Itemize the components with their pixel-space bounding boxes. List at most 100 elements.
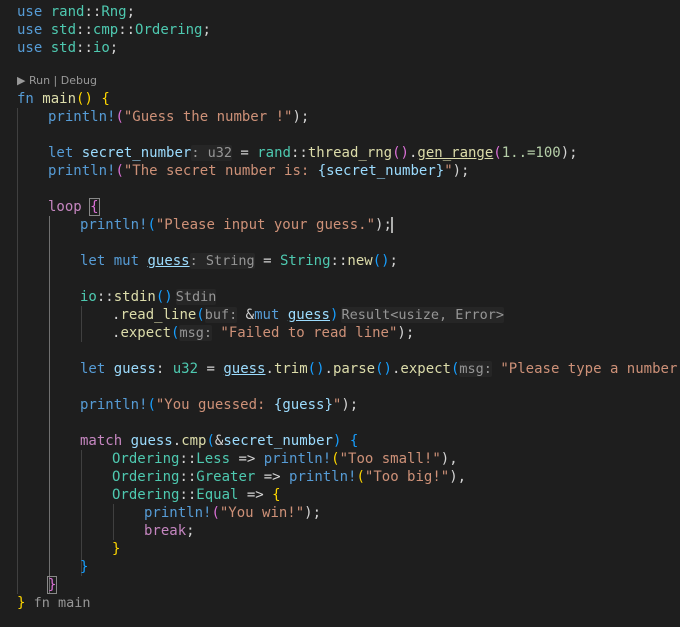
variable: guess	[147, 253, 190, 269]
code-line-use-io[interactable]: use std::io;	[0, 39, 118, 57]
param-hint: msg:	[179, 325, 212, 341]
variable: guess	[287, 307, 330, 323]
open-paren: (	[147, 397, 156, 413]
type-name: Ordering	[112, 469, 180, 485]
code-line-expect[interactable]: .expect(msg: "Failed to read line");	[0, 324, 414, 342]
code-line-println-guessed[interactable]: println!("You guessed: {guess}");	[0, 396, 358, 414]
string-literal: "Too big!"	[364, 469, 450, 485]
semicolon: ;	[389, 253, 398, 269]
run-link[interactable]: ▶ Run	[17, 74, 50, 87]
code-line-println-guess[interactable]: println!("Guess the number !");	[0, 108, 309, 126]
function-call: gen_range	[417, 145, 494, 161]
function-call: parse	[332, 361, 376, 377]
param-hint: msg:	[459, 361, 492, 377]
open-paren: (	[356, 469, 365, 485]
open-paren: (	[211, 505, 220, 521]
code-line-let-guess[interactable]: let mut guess: String = String::new();	[0, 252, 398, 270]
close-brace: }	[112, 541, 121, 557]
keyword: let	[80, 361, 106, 377]
namespace: rand	[257, 145, 291, 161]
string-literal: "Failed to read line"	[220, 325, 398, 341]
parens: ()	[392, 145, 409, 161]
code-line-println-input[interactable]: println!("Please input your guess.");	[0, 216, 393, 234]
open-brace: {	[272, 487, 281, 503]
debug-link[interactable]: Debug	[61, 74, 97, 87]
macro: println!	[48, 109, 116, 125]
semicolon: ;	[109, 40, 119, 56]
code-line-parse-guess[interactable]: let guess: u32 = guess.trim().parse().ex…	[0, 360, 680, 378]
parens: ()	[155, 289, 173, 305]
close-paren: );	[375, 217, 392, 233]
code-line-break[interactable]: break;	[0, 522, 195, 540]
text-cursor	[390, 217, 393, 233]
variable: secret_number	[223, 433, 333, 449]
function-call: stdin	[113, 289, 156, 305]
codelens-separator: |	[50, 74, 61, 87]
path-separator: ::	[330, 253, 348, 269]
open-brace: {	[349, 433, 359, 449]
code-line-close-main[interactable]: } fn main	[0, 594, 90, 612]
type-name: Ordering	[112, 451, 180, 467]
function-call: read_line	[120, 307, 197, 323]
path-segment: io	[92, 40, 110, 56]
closing-brace-hint: fn main	[25, 595, 91, 611]
code-line-println-win[interactable]: println!("You win!");	[0, 504, 321, 522]
function-call: thread_rng	[307, 145, 393, 161]
code-line-arm-less[interactable]: Ordering::Less => println!("Too small!")…	[0, 450, 458, 468]
code-line-println-secret[interactable]: println!("The secret number is: {secret_…	[0, 162, 469, 180]
string-literal: "Please type a number!"	[500, 361, 680, 377]
code-line-match[interactable]: match guess.cmp(&secret_number) {	[0, 432, 358, 450]
keyword: use	[17, 22, 43, 38]
path-separator: ::	[96, 289, 114, 305]
keyword: let	[48, 145, 74, 161]
path-separator: ::	[179, 487, 197, 503]
path-separator: ::	[290, 145, 308, 161]
operator: =	[198, 361, 224, 377]
arrow: =>	[255, 469, 290, 485]
path-separator: ::	[84, 4, 102, 20]
code-line-use-rand[interactable]: use rand::Rng;	[0, 3, 135, 21]
code-line-arm-equal[interactable]: Ordering::Equal => {	[0, 486, 281, 504]
parens: ()	[375, 361, 392, 377]
keyword: use	[17, 4, 43, 20]
reference-operator: &	[237, 307, 255, 323]
path-separator: ::	[179, 451, 197, 467]
function-call: new	[347, 253, 373, 269]
path-separator: ::	[76, 22, 93, 38]
operator: =	[231, 145, 258, 161]
code-line-close-equal[interactable]: }	[0, 540, 120, 558]
function-call: cmp	[181, 433, 207, 449]
code-line-loop[interactable]: loop {	[0, 198, 100, 216]
code-line-let-secret[interactable]: let secret_number: u32 = rand::thread_rn…	[0, 144, 578, 162]
close-paren: );	[560, 145, 578, 161]
open-paren: (	[115, 163, 124, 179]
open-paren: (	[196, 307, 205, 323]
code-line-arm-greater[interactable]: Ordering::Greater => println!("Too big!"…	[0, 468, 466, 486]
codelens: ▶ Run | Debug	[17, 74, 97, 88]
keyword: break	[144, 523, 187, 539]
format-interpolation: {guess}	[273, 397, 333, 413]
code-line-stdin[interactable]: io::stdin() Stdin	[0, 288, 217, 306]
arrow: =>	[238, 487, 273, 503]
operator: =	[254, 253, 280, 269]
keyword: mut	[254, 307, 280, 323]
code-line-close-match[interactable]: }	[0, 558, 88, 576]
range-literal: 1..=100	[501, 145, 561, 161]
function-name: main	[42, 91, 77, 107]
open-paren: (	[493, 145, 502, 161]
open-paren: (	[115, 109, 124, 125]
macro: println!	[289, 469, 357, 485]
path-segment: std	[50, 22, 77, 38]
code-line-fn-main[interactable]: fn main() {	[0, 90, 110, 108]
code-editor[interactable]: use rand::Rng; use std::cmp::Ordering; u…	[0, 0, 680, 627]
dot: .	[265, 361, 274, 377]
close-paren: );	[341, 397, 359, 413]
close-paren: );	[452, 163, 470, 179]
macro: println!	[80, 217, 148, 233]
type-name: Ordering	[112, 487, 180, 503]
function-call: expect	[120, 325, 172, 341]
code-line-close-loop[interactable]: }	[0, 576, 58, 594]
close-paren: );	[304, 505, 322, 521]
code-line-read-line[interactable]: .read_line(buf: &mut guess) Result<usize,…	[0, 306, 504, 324]
code-line-use-ordering[interactable]: use std::cmp::Ordering;	[0, 21, 211, 39]
